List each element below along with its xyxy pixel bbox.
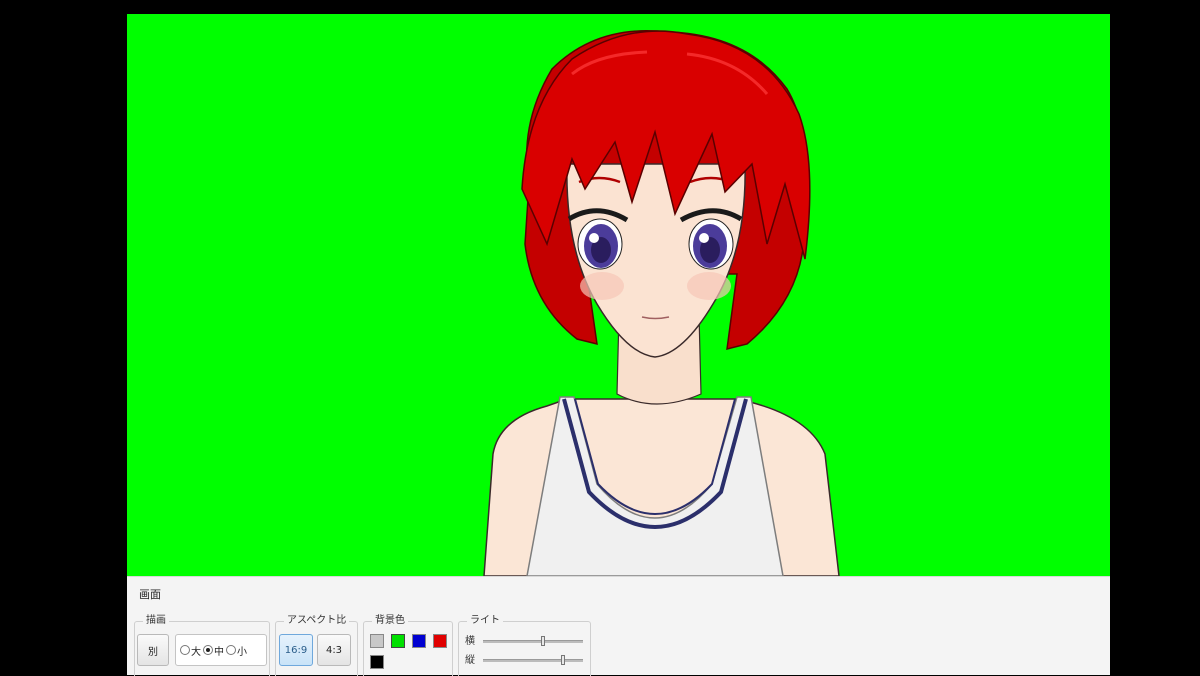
light-vertical-slider[interactable] <box>483 655 583 665</box>
size-small-radio[interactable] <box>226 645 236 655</box>
light-vertical-thumb[interactable] <box>561 655 565 665</box>
bg-swatch-blue[interactable] <box>412 634 426 648</box>
light-horizontal-slider[interactable] <box>483 636 583 646</box>
render-group-label: 描画 <box>143 614 169 628</box>
light-group: ライト 横 縦 <box>458 614 591 676</box>
bg-swatch-green[interactable] <box>391 634 405 648</box>
aspect-4-3-button[interactable]: 4:3 <box>317 634 351 666</box>
light-horizontal-thumb[interactable] <box>541 636 545 646</box>
size-small-label: 小 <box>237 646 247 658</box>
light-horizontal-label: 横 <box>465 636 475 647</box>
screen-settings-panel: 画面 描画 別 大 中 小 アスペクト比 16:9 4:3 背景色 ライト 横 … <box>127 576 1110 676</box>
aspect-16-9-button[interactable]: 16:9 <box>279 634 313 666</box>
size-medium-label: 中 <box>214 646 224 658</box>
size-large-label: 大 <box>191 646 201 658</box>
size-large-option[interactable]: 大 <box>180 643 201 658</box>
render-group: 描画 別 大 中 小 <box>134 614 270 676</box>
background-color-group-label: 背景色 <box>372 614 408 628</box>
size-large-radio[interactable] <box>180 645 190 655</box>
aspect-ratio-group: アスペクト比 16:9 4:3 <box>275 614 358 676</box>
background-color-group: 背景色 <box>363 614 453 676</box>
character-model <box>483 30 840 576</box>
size-small-option[interactable]: 小 <box>226 643 247 658</box>
render-viewport[interactable] <box>127 14 1110 576</box>
render-size-radio-group: 大 中 小 <box>175 634 267 666</box>
aspect-ratio-group-label: アスペクト比 <box>284 614 350 628</box>
bg-swatch-red[interactable] <box>433 634 447 648</box>
bg-swatch-black[interactable] <box>370 655 384 669</box>
size-medium-option[interactable]: 中 <box>203 643 224 658</box>
light-vertical-label: 縦 <box>465 655 475 666</box>
light-group-label: ライト <box>467 614 503 628</box>
separate-window-button[interactable]: 別 <box>137 634 169 666</box>
bg-swatch-gray[interactable] <box>370 634 384 648</box>
panel-title: 画面 <box>139 588 161 601</box>
size-medium-radio[interactable] <box>203 645 213 655</box>
